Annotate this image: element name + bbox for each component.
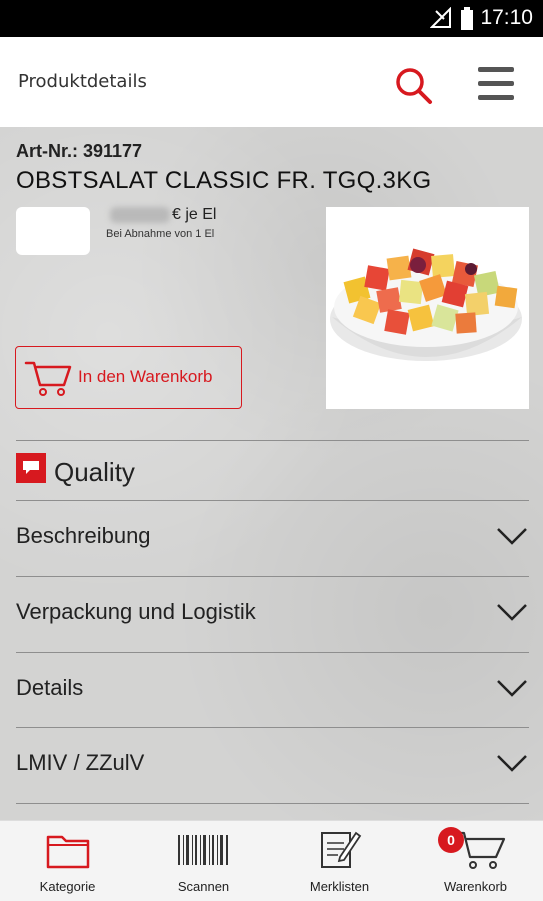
price-value-blurred	[110, 207, 170, 223]
folder-icon	[46, 835, 90, 869]
nav-label: Merklisten	[309, 879, 370, 894]
section-label: Beschreibung	[16, 523, 151, 548]
status-bar: 17:10	[0, 0, 543, 37]
cart-icon	[24, 361, 72, 396]
nav-scannen[interactable]: Scannen	[136, 821, 271, 901]
section-verpackung-logistik[interactable]: Verpackung und Logistik	[0, 577, 543, 652]
menu-button[interactable]	[476, 65, 516, 105]
chevron-down-icon	[497, 528, 527, 545]
section-beschreibung[interactable]: Beschreibung	[0, 501, 543, 576]
chevron-down-icon	[497, 680, 527, 697]
section-label: LMIV / ZZulV	[16, 750, 145, 775]
battery-icon	[461, 7, 473, 30]
chevron-down-icon	[497, 755, 527, 772]
barcode-icon	[178, 835, 228, 865]
product-name: OBSTSALAT CLASSIC FR. TGQ.3KG	[16, 167, 432, 194]
nav-warenkorb[interactable]: Warenkorb	[408, 821, 543, 901]
section-label: Verpackung und Logistik	[16, 599, 256, 624]
bottom-navigation: Kategorie Scannen Merklisten Warenkorb 0	[0, 820, 543, 901]
hamburger-line	[478, 81, 514, 86]
nav-merklisten[interactable]: Merklisten	[272, 821, 407, 901]
quality-seal-icon	[23, 461, 39, 474]
add-to-cart-button[interactable]: In den Warenkorb	[15, 346, 242, 409]
search-button[interactable]	[392, 64, 436, 108]
nav-label: Warenkorb	[443, 879, 508, 894]
divider	[16, 803, 529, 804]
price-box	[16, 207, 90, 255]
nav-label: Kategorie	[39, 879, 96, 894]
search-icon	[396, 68, 432, 104]
hamburger-menu-icon	[478, 67, 514, 72]
chevron-down-icon	[497, 604, 527, 621]
section-lmiv-zzulv[interactable]: LMIV / ZZulV	[0, 728, 543, 803]
notepad-icon	[321, 831, 362, 868]
cart-count-badge: 0	[438, 827, 464, 853]
fruit-salad-image	[330, 248, 522, 361]
product-detail-content: Art-Nr.: 391177 OBSTSALAT CLASSIC FR. TG…	[0, 127, 543, 820]
price-note: Bei Abnahme von 1 El	[106, 228, 215, 240]
section-details[interactable]: Details	[0, 653, 543, 728]
section-label: Details	[16, 675, 84, 700]
status-time: 17:10	[480, 6, 533, 29]
article-number: Art-Nr.: 391177	[16, 141, 143, 161]
nav-label: Scannen	[177, 879, 230, 894]
hamburger-line	[478, 95, 514, 100]
app-bar: Produktdetails	[0, 37, 543, 127]
product-image[interactable]	[326, 207, 529, 409]
quality-label: Quality	[54, 457, 135, 487]
signal-icon	[430, 7, 451, 28]
nav-kategorie[interactable]: Kategorie	[0, 821, 135, 901]
add-to-cart-label: In den Warenkorb	[78, 367, 213, 386]
price-unit: € je El	[172, 206, 217, 223]
quality-logo-icon	[16, 453, 46, 483]
page-title: Produktdetails	[18, 71, 147, 92]
divider	[16, 440, 529, 441]
